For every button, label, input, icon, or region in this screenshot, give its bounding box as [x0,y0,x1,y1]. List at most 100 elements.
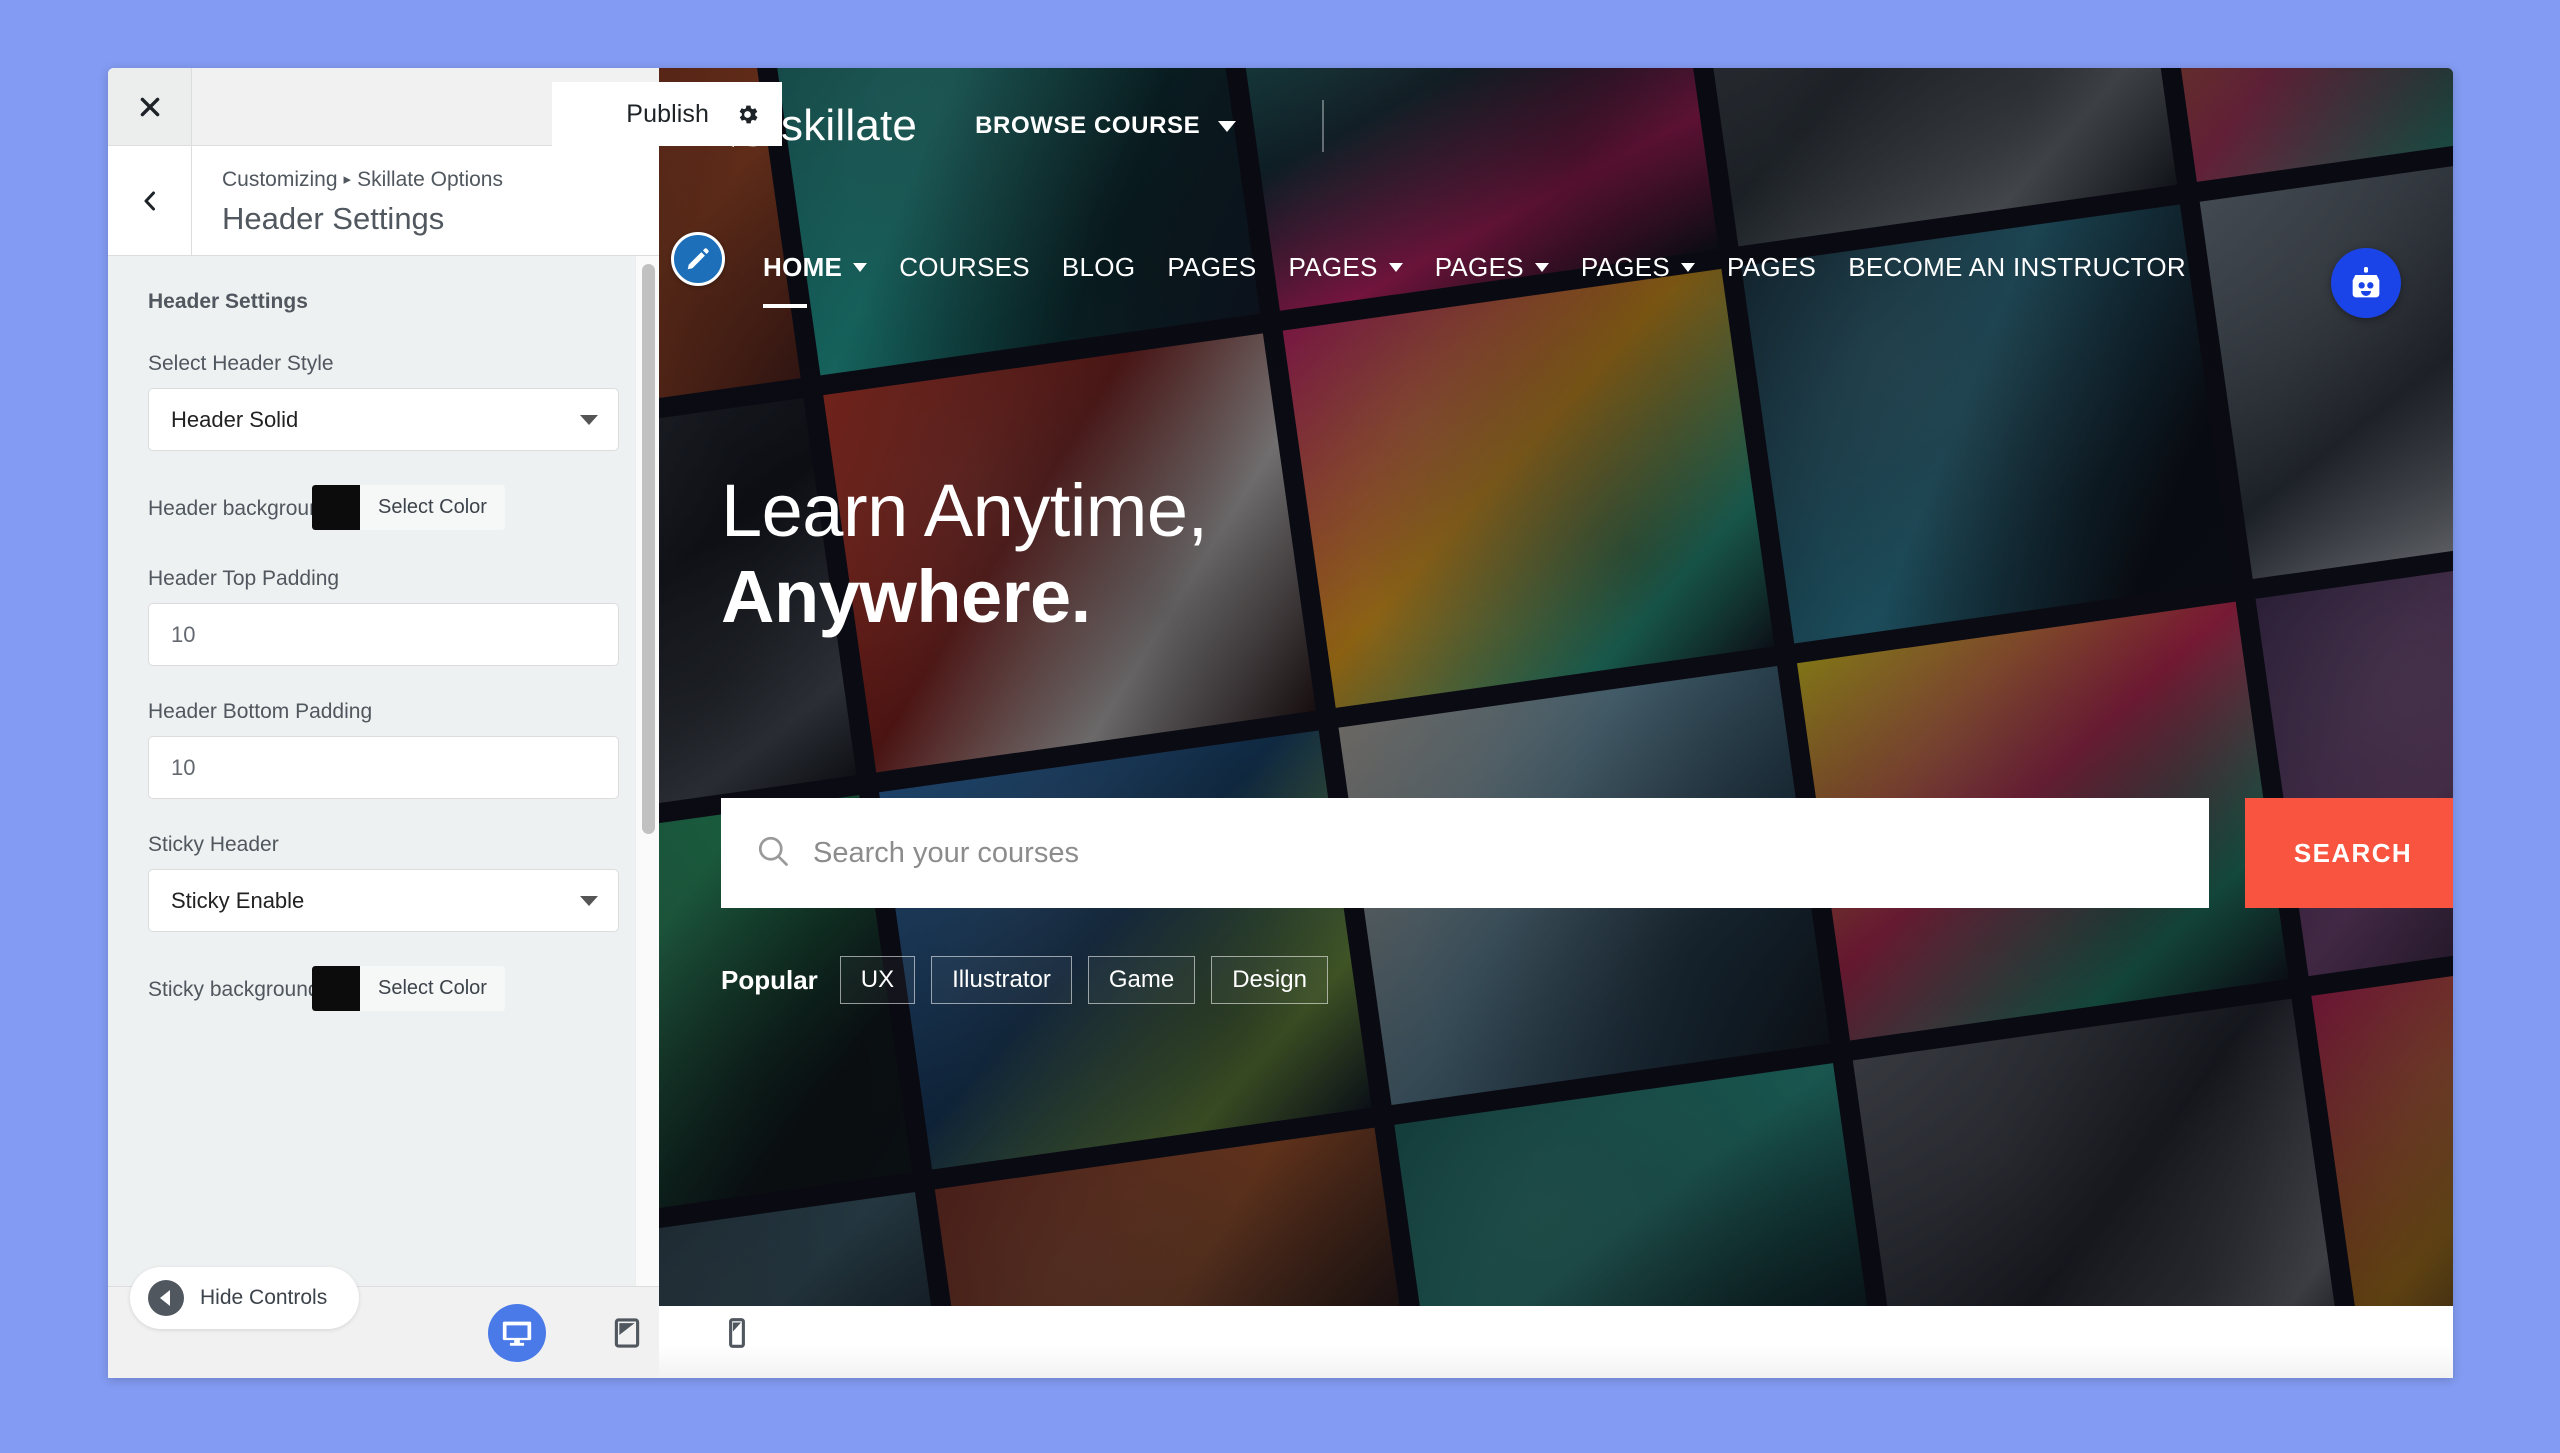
search-box[interactable] [721,798,2209,908]
field-sticky-background-color: Sticky background Color Select Color [148,966,619,1014]
nav-item-blog[interactable]: BLOG [1046,246,1151,289]
sidebar-scrollbar[interactable] [635,256,659,1286]
device-desktop-button[interactable] [488,1304,546,1362]
browse-course-button[interactable]: BROWSE COURSE [975,112,1237,140]
chevron-down-icon [1681,263,1696,272]
topbar-divider [1322,100,1325,152]
device-tablet-button[interactable] [598,1304,656,1362]
breadcrumb-root: Customizing [222,168,338,191]
nav-label: COURSES [899,252,1030,282]
hero-heading-line2: Anywhere. [721,554,1091,638]
tag-chip-illustrator[interactable]: Illustrator [931,956,1072,1004]
sticky-header-value: Sticky Enable [171,887,305,913]
field-header-style: Select Header Style Header Solid [148,352,619,452]
header-top-padding-label: Header Top Padding [148,567,340,591]
nav-items: HOME COURSES BLOG PAGES PAGES PAGES PAGE… [747,246,2202,308]
breadcrumb-text: Customizing ▸ Skillate Options [222,164,635,196]
customizer-sidebar: Publish Customizing ▸ Skillate Options Hea… [108,68,782,1378]
field-header-top-padding: Header Top Padding [148,567,619,667]
header-bottom-padding-input[interactable] [148,736,619,800]
popular-tags: Popular UX Illustrator Game Design [721,956,1328,1004]
site-preview: skillate BROWSE COURSE HOME COURSES BLOG… [659,68,2453,1378]
customizer-header: Customizing ▸ Skillate Options Header Sett… [108,146,659,257]
chevron-down-icon [1218,120,1237,132]
device-mobile-button[interactable] [708,1304,766,1362]
header-bg-color-label: Select Color [378,496,487,519]
course-search-bar: SEARCH [721,798,2453,908]
hero-heading-line1: Learn Anytime, [721,469,1208,552]
nav-label: PAGES [1434,252,1524,282]
hide-controls-label: Hide Controls [200,1286,328,1309]
header-style-label: Select Header Style [148,352,334,376]
sticky-bg-color-button[interactable]: Select Color [312,966,505,1012]
nav-label: PAGES [1167,252,1257,282]
customizer-controls-area: Header Settings Select Header Style Head… [108,256,659,1286]
header-style-select[interactable]: Header Solid [148,388,619,452]
brand-name: skillate [781,101,918,150]
site-topbar: skillate BROWSE COURSE [659,68,2453,184]
chevron-down-icon [853,263,868,272]
sidebar-scrollbar-thumb[interactable] [642,264,655,835]
browser-window: Publish Customizing ▸ Skillate Options Hea… [108,68,2453,1378]
nav-label: BECOME AN INSTRUCTOR [1848,252,2186,282]
search-input[interactable] [813,836,2175,870]
chevron-down-icon [1534,263,1549,272]
nav-item-pages-1[interactable]: PAGES [1151,246,1272,289]
chevron-down-icon [1388,263,1403,272]
field-header-background-color: Header background Color Select Color [148,485,619,533]
header-bottom-padding-label: Header Bottom Padding [148,700,373,724]
customizer-controls-scroll: Header Settings Select Header Style Head… [108,256,659,1286]
chevron-down-icon [580,895,598,906]
pencil-edit-icon[interactable] [671,232,725,286]
tag-chip-game[interactable]: Game [1087,956,1196,1004]
page-title: Header Settings [222,200,445,236]
nav-label: PAGES [1288,252,1378,282]
site-content-below-hero [659,1306,2453,1378]
bot-face-icon[interactable] [2331,248,2401,318]
field-sticky-header: Sticky Header Sticky Enable [148,833,619,933]
nav-item-courses[interactable]: COURSES [883,246,1046,289]
nav-label: PAGES [1580,252,1671,282]
tag-chip-design[interactable]: Design [1211,956,1328,1004]
header-bg-color-swatch [312,485,360,531]
hero-section: skillate BROWSE COURSE HOME COURSES BLOG… [659,68,2453,1306]
close-icon[interactable] [108,68,192,145]
nav-item-become-an-instructor[interactable]: BECOME AN INSTRUCTOR [1832,246,2202,289]
nav-label: PAGES [1727,252,1817,282]
header-top-padding-input[interactable] [148,603,619,667]
nav-item-pages-2[interactable]: PAGES [1273,246,1419,289]
device-preview-switcher [488,1287,766,1378]
publish-label: Publish [626,99,709,128]
sticky-header-select[interactable]: Sticky Enable [148,869,619,933]
search-button[interactable]: SEARCH [2245,798,2453,908]
chevron-down-icon [580,414,598,425]
nav-label: BLOG [1061,252,1136,282]
nav-item-pages-5[interactable]: PAGES [1711,246,1832,289]
nav-label: HOME [763,252,843,282]
sticky-bg-color-label: Select Color [378,977,487,1000]
chevron-left-icon[interactable] [108,146,192,256]
sticky-bg-color-swatch [312,966,360,1012]
nav-item-home[interactable]: HOME [747,246,883,308]
nav-item-pages-4[interactable]: PAGES [1565,246,1711,289]
search-icon [755,833,791,874]
gear-icon[interactable] [735,102,760,127]
publish-button[interactable]: Publish [552,82,782,146]
customizer-footer: Hide Controls [108,1267,745,1378]
sticky-header-label: Sticky Header [148,833,279,857]
breadcrumb-section: Skillate Options [357,168,503,191]
customizer-topbar: Publish [108,68,782,146]
collapse-arrow-icon [148,1280,184,1316]
main-navigation: HOME COURSES BLOG PAGES PAGES PAGES PAGE… [659,232,2453,308]
hero-heading: Learn Anytime, Anywhere. [721,468,1208,640]
nav-item-pages-3[interactable]: PAGES [1419,246,1565,289]
hide-controls-button[interactable]: Hide Controls [130,1267,360,1329]
popular-label: Popular [721,964,818,995]
breadcrumb-separator: ▸ [343,171,352,188]
breadcrumb: Customizing ▸ Skillate Options Header Sett… [192,146,659,255]
header-bg-color-button[interactable]: Select Color [312,485,505,531]
header-style-value: Header Solid [171,406,299,432]
browse-course-label: BROWSE COURSE [975,112,1201,139]
tag-chip-ux[interactable]: UX [839,956,916,1004]
section-title: Header Settings [148,290,308,314]
